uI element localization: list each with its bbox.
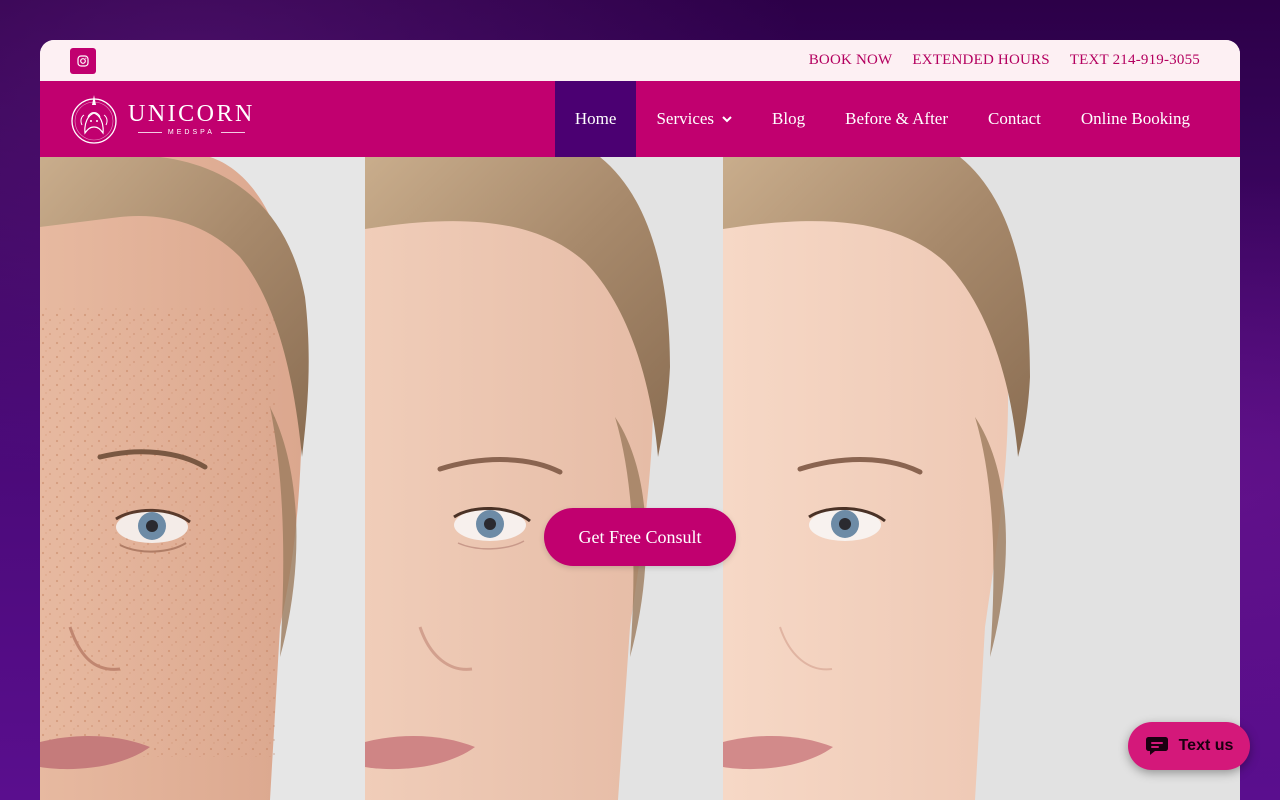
- utility-bar: BOOK NOW EXTENDED HOURS TEXT 214-919-305…: [40, 40, 1240, 81]
- nav-item-services[interactable]: Services: [636, 81, 752, 157]
- nav-item-online-booking[interactable]: Online Booking: [1061, 81, 1210, 157]
- text-us-chat-widget[interactable]: Text us: [1128, 722, 1250, 770]
- instagram-button[interactable]: [70, 48, 96, 74]
- unicorn-logo-icon: [71, 95, 117, 144]
- get-free-consult-button[interactable]: Get Free Consult: [544, 508, 736, 566]
- extended-hours-link[interactable]: EXTENDED HOURS: [912, 52, 1049, 69]
- logo-wordmark: UNICORN: [128, 101, 255, 127]
- site-logo[interactable]: UNICORN MEDSPA: [70, 93, 255, 145]
- book-now-link[interactable]: BOOK NOW: [809, 52, 893, 69]
- instagram-icon: [77, 55, 89, 67]
- site-frame: BOOK NOW EXTENDED HOURS TEXT 214-919-305…: [40, 40, 1240, 800]
- text-phone-link[interactable]: TEXT 214-919-3055: [1070, 52, 1200, 69]
- nav-menu: Home Services Blog Before & After Contac…: [554, 81, 1210, 157]
- logo-divider: [137, 132, 162, 133]
- utility-links: BOOK NOW EXTENDED HOURS TEXT 214-919-305…: [809, 40, 1200, 81]
- logo-tagline: MEDSPA: [167, 129, 215, 136]
- chat-bubble-icon: [1145, 737, 1168, 755]
- logo-divider: [220, 132, 245, 133]
- nav-item-contact[interactable]: Contact: [968, 81, 1061, 157]
- hero-face-comparison-image: [40, 157, 1240, 800]
- nav-item-before-after[interactable]: Before & After: [825, 81, 968, 157]
- main-navbar: UNICORN MEDSPA Home Services Blog Before…: [40, 81, 1240, 157]
- hero-section: Get Free Consult: [40, 157, 1240, 800]
- nav-item-home[interactable]: Home: [554, 81, 637, 157]
- chevron-down-icon: [722, 115, 732, 123]
- nav-item-blog[interactable]: Blog: [752, 81, 825, 157]
- chat-widget-label: Text us: [1178, 737, 1234, 754]
